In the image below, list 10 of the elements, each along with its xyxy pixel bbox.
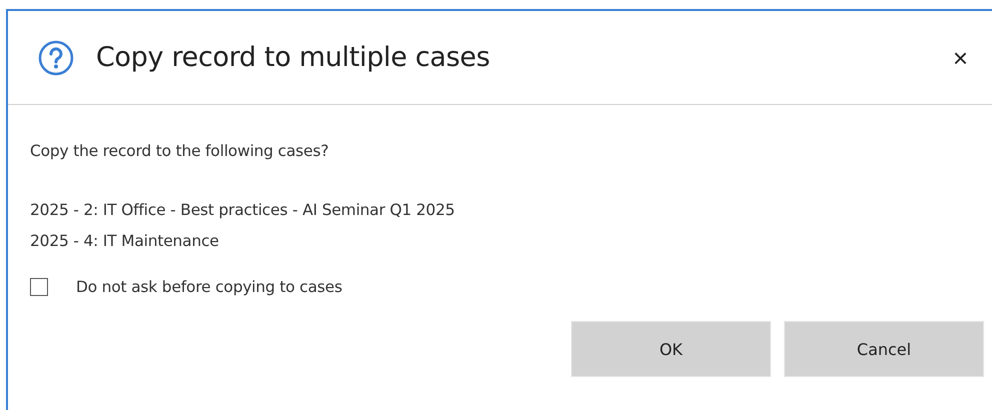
checkbox-label: Do not ask before copying to cases <box>76 277 342 298</box>
message-text: Copy the record to the following cases? <box>30 141 330 162</box>
close-button[interactable]: × <box>948 44 972 70</box>
help-icon <box>38 40 74 76</box>
case-item: 2025 - 2: IT Office - Best practices - AI Seminar Q1 2025 <box>30 200 456 221</box>
case-item: 2025 - 4: IT Maintenance <box>30 231 220 252</box>
cancel-button[interactable]: Cancel <box>784 321 984 377</box>
ok-button[interactable]: OK <box>571 321 771 377</box>
checkbox[interactable] <box>30 278 48 296</box>
dialog-title: Copy record to multiple cases <box>96 42 491 73</box>
